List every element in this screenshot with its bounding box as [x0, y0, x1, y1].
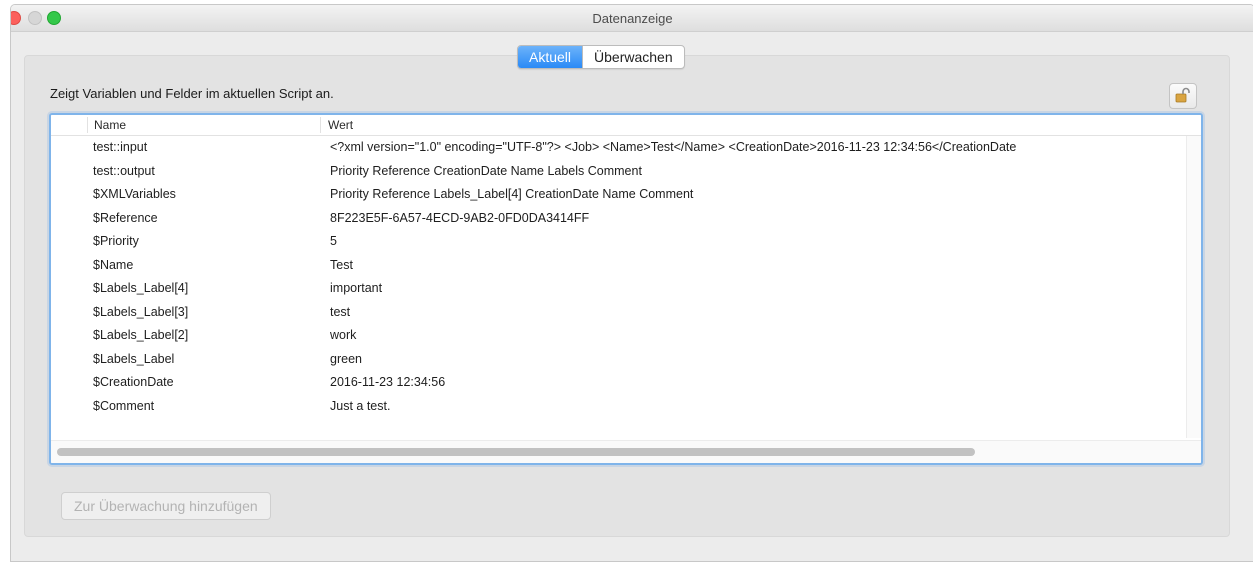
- row-value: 5: [330, 234, 337, 248]
- row-value: important: [330, 281, 383, 295]
- title-bar[interactable]: Datenanzeige: [11, 5, 1253, 32]
- table-row[interactable]: $CreationDate 2016-11-23 12:34:56: [51, 371, 1173, 395]
- table-row[interactable]: $Name Test: [51, 254, 1173, 278]
- row-name: $Name: [93, 257, 134, 272]
- table-row[interactable]: test::input <?xml version="1.0" encoding=…: [51, 136, 1173, 160]
- column-header-name[interactable]: Name: [94, 118, 126, 132]
- row-value: work: [330, 328, 357, 342]
- scrollbar-thumb[interactable]: [57, 448, 975, 456]
- row-value: <?xml version="1.0" encoding="UTF-8"?> <…: [330, 140, 1017, 154]
- row-value: 2016-11-23 12:34:56: [330, 375, 446, 389]
- row-name: $CreationDate: [93, 375, 174, 389]
- row-name: $Labels_Label[2]: [93, 328, 189, 342]
- table-body: test::input <?xml version="1.0" encoding=…: [51, 136, 1173, 418]
- row-name: $Comment: [93, 398, 155, 413]
- table-row[interactable]: $Labels_Label[2] work: [51, 324, 1173, 348]
- row-name: $Labels_Label[3]: [93, 304, 189, 319]
- vertical-scrollbar[interactable]: [1186, 136, 1201, 438]
- row-value: green: [330, 351, 362, 366]
- row-value: Priority Reference Labels_Label[4] Creat…: [330, 187, 694, 201]
- table-row[interactable]: $Reference 8F223E5F-6A57-4ECD-9AB2-0FD0DA…: [51, 207, 1173, 231]
- table-row[interactable]: $Priority 5: [51, 230, 1173, 254]
- table-row[interactable]: $Labels_Label[3] test: [51, 301, 1173, 325]
- row-value: Test: [330, 257, 353, 272]
- row-value: test: [330, 304, 351, 319]
- row-name: $XMLVariables: [93, 187, 176, 201]
- table-row[interactable]: $XMLVariables Priority Reference Labels_L…: [51, 183, 1173, 207]
- row-value: 8F223E5F-6A57-4ECD-9AB2-0FD0DA3414FF: [330, 210, 590, 225]
- add-to-watch-button[interactable]: Zur Überwachung hinzufügen: [61, 492, 271, 520]
- table-row[interactable]: $Comment Just a test.: [51, 395, 1173, 419]
- column-header-value[interactable]: Wert: [328, 118, 353, 132]
- row-name: test::input: [93, 140, 148, 154]
- view-tabs: Aktuell Überwachen: [517, 45, 685, 69]
- horizontal-scrollbar[interactable]: [51, 440, 1201, 463]
- table-row[interactable]: test::output Priority Reference CreationD…: [51, 160, 1173, 184]
- row-name: $Reference: [93, 210, 158, 225]
- lock-open-icon: [1175, 87, 1190, 103]
- column-divider[interactable]: [87, 117, 88, 133]
- row-value: Just a test.: [330, 398, 391, 413]
- row-name: $Labels_Label: [93, 351, 175, 366]
- tab-ueberwachen[interactable]: Überwachen: [582, 46, 684, 68]
- table-row[interactable]: $Labels_Label green: [51, 348, 1173, 372]
- table-row[interactable]: $Labels_Label[4] important: [51, 277, 1173, 301]
- row-name: $Priority: [93, 234, 139, 248]
- variables-table[interactable]: Name Wert test::input <?xml version="1.0"…: [49, 113, 1203, 465]
- description-text: Zeigt Variablen und Felder im aktuellen …: [50, 86, 334, 101]
- row-name: test::output: [93, 163, 155, 178]
- window-title: Datenanzeige: [592, 11, 673, 26]
- row-name: $Labels_Label[4]: [93, 281, 189, 295]
- table-header: Name Wert: [51, 115, 1201, 136]
- column-divider[interactable]: [320, 117, 321, 133]
- tab-aktuell[interactable]: Aktuell: [518, 46, 583, 68]
- lock-button[interactable]: [1169, 83, 1197, 109]
- row-value: Priority Reference CreationDate Name Lab…: [330, 163, 642, 178]
